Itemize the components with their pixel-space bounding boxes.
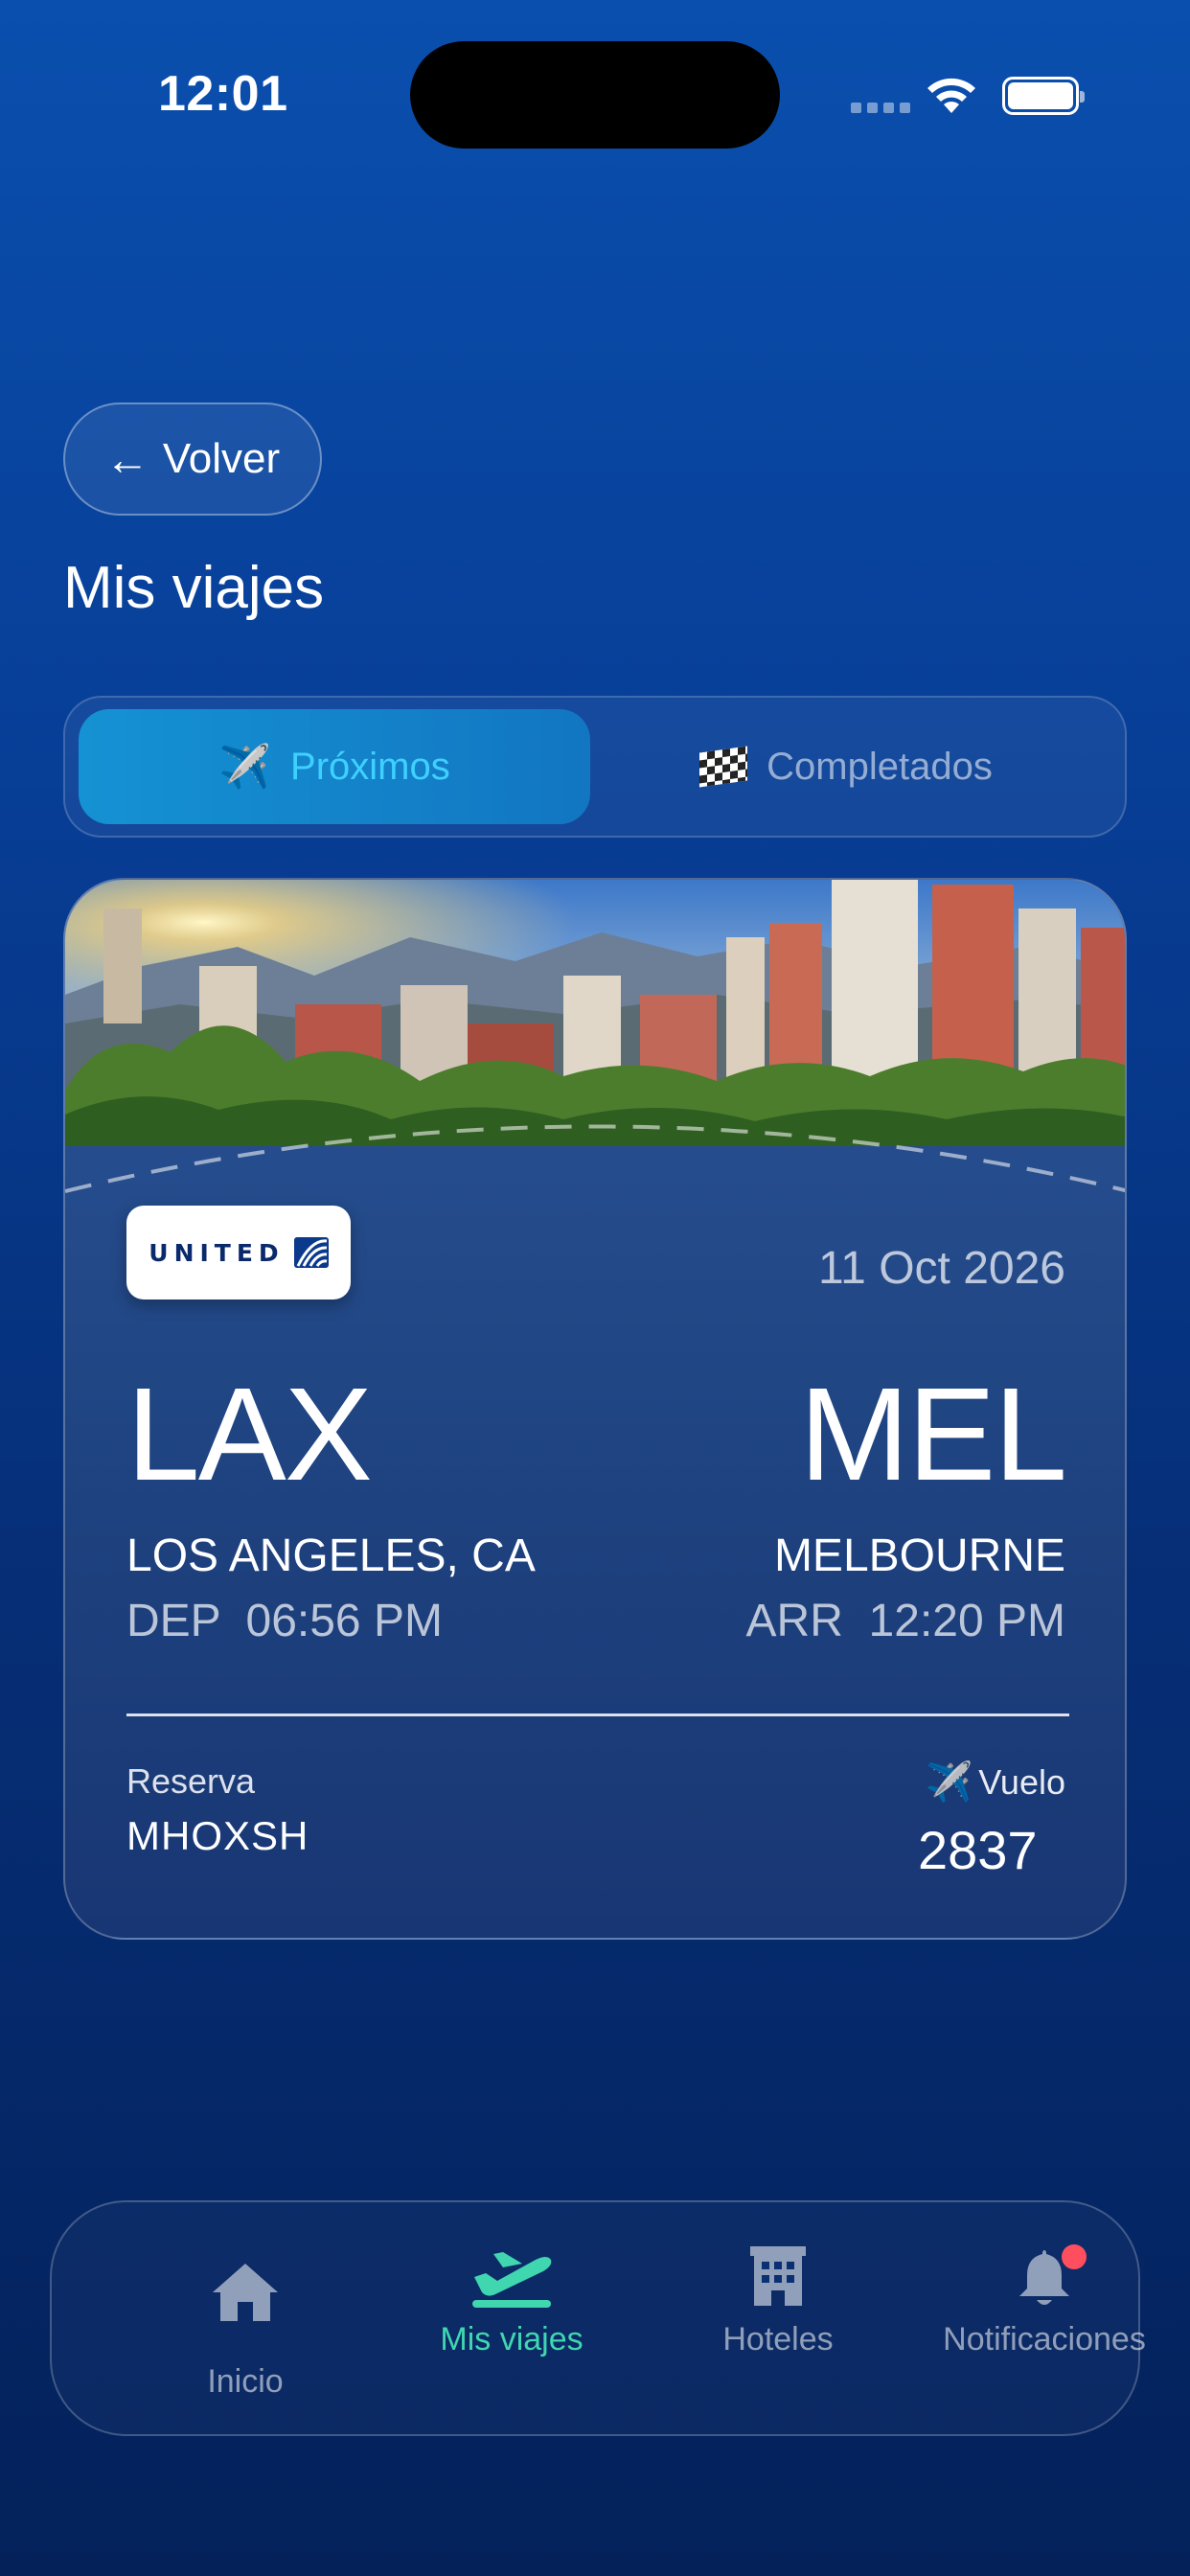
trip-date: 11 Oct 2026: [818, 1243, 1065, 1294]
airplane-departure-icon: [472, 2252, 552, 2308]
nav-item-notifications[interactable]: Notificaciones: [920, 2202, 1169, 2438]
origin-airport-code: LAX: [126, 1361, 373, 1508]
page-title: Mis viajes: [63, 555, 325, 621]
flight-label-text: Vuelo: [978, 1761, 1065, 1802]
notification-badge: [1062, 2244, 1087, 2269]
airplane-icon: ✈️: [218, 744, 272, 791]
bottom-navigation: Inicio Mis viajes Hoteles Notificaciones: [50, 2200, 1146, 2438]
airline-logo: UNITED: [126, 1206, 351, 1300]
battery-icon: [1002, 77, 1085, 115]
airplane-icon: ✈️: [925, 1761, 973, 1804]
nav-label-my-trips: Mis viajes: [440, 2321, 584, 2358]
tab-completed[interactable]: Completados: [590, 709, 1102, 824]
departure-time: DEP 06:56 PM: [126, 1596, 443, 1646]
booking-code: MHOXSH: [126, 1813, 309, 1858]
booking-label: Reserva: [126, 1761, 256, 1801]
tab-upcoming[interactable]: ✈️ Próximos: [79, 709, 590, 824]
nav-item-home[interactable]: Inicio: [121, 2202, 370, 2438]
united-globe-icon: [293, 1237, 329, 1268]
nav-item-my-trips[interactable]: Mis viajes: [387, 2202, 636, 2438]
nav-label-hotels: Hoteles: [722, 2321, 834, 2358]
checkered-flag-icon: [699, 746, 748, 788]
airline-name: UNITED: [149, 1238, 285, 1267]
origin-city: LOS ANGELES, CA: [126, 1530, 536, 1581]
home-icon: [213, 2264, 278, 2321]
back-button[interactable]: ← Volver: [63, 402, 322, 516]
back-button-label: Volver: [162, 435, 281, 482]
tab-completed-label: Completados: [767, 745, 993, 788]
destination-airport-code: MEL: [799, 1361, 1067, 1508]
tab-upcoming-label: Próximos: [290, 745, 450, 788]
arrow-left-icon: ←: [104, 434, 149, 484]
nav-item-hotels[interactable]: Hoteles: [653, 2202, 903, 2438]
trip-card[interactable]: UNITED 11 Oct 2026 LAX MEL LOS ANGELES, …: [63, 878, 1127, 1940]
arrival-time: ARR 12:20 PM: [745, 1596, 1065, 1646]
card-divider: [126, 1714, 1069, 1716]
status-bar: 12:01: [0, 0, 1190, 192]
destination-city-image: [65, 880, 1125, 1146]
cellular-signal-icon: [851, 103, 910, 113]
flight-number: 2837: [918, 1820, 1038, 1880]
destination-city: MELBOURNE: [773, 1530, 1065, 1581]
nav-label-home: Inicio: [207, 2363, 284, 2400]
flight-label: ✈️ Vuelo: [925, 1760, 1065, 1805]
hotel-icon: [750, 2246, 806, 2306]
trip-tabs: ✈️ Próximos Completados: [63, 696, 1127, 838]
wifi-icon: [927, 78, 975, 113]
nav-label-notifications: Notificaciones: [943, 2321, 1146, 2358]
status-time: 12:01: [158, 66, 288, 122]
dynamic-island: [410, 41, 780, 149]
